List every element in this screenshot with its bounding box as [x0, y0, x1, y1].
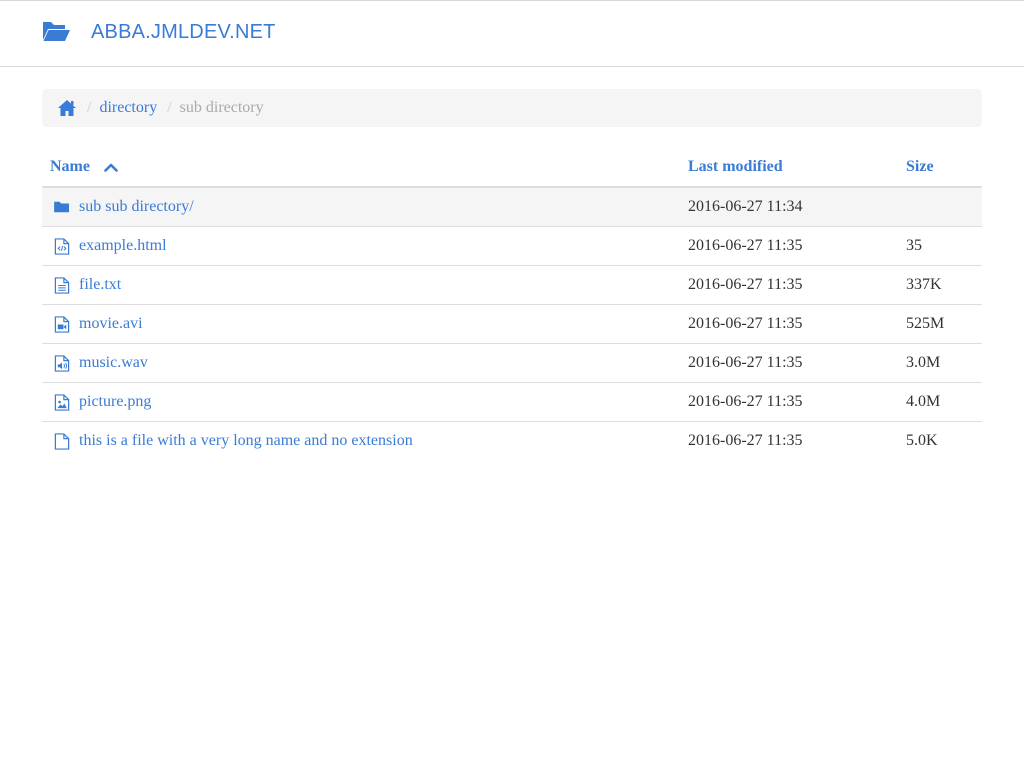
file-name-link[interactable]: file.txt	[79, 276, 121, 294]
table-row[interactable]: example.html 2016-06-27 11:35 35	[42, 226, 982, 266]
home-icon	[58, 100, 76, 116]
table-row[interactable]: movie.avi 2016-06-27 11:35 525M	[42, 304, 982, 344]
size-cell: 5.0K	[898, 421, 982, 460]
folder-icon	[54, 201, 69, 213]
modified-cell: 2016-06-27 11:35	[680, 226, 898, 266]
file-name-link[interactable]: music.wav	[79, 354, 148, 372]
size-cell: 4.0M	[898, 382, 982, 422]
breadcrumb: / directory / sub directory	[42, 89, 982, 127]
file-name-link[interactable]: example.html	[79, 237, 167, 255]
table-row[interactable]: this is a file with a very long name and…	[42, 421, 982, 460]
site-header: ABBA.JMLDEV.NET	[0, 0, 1024, 67]
column-header-size[interactable]: Size	[898, 148, 982, 188]
size-cell	[898, 186, 982, 227]
modified-cell: 2016-06-27 11:34	[680, 186, 898, 227]
folder-open-icon	[43, 22, 70, 41]
column-header-name[interactable]: Name	[42, 148, 680, 188]
file-name-link[interactable]: this is a file with a very long name and…	[79, 432, 413, 450]
column-header-name-label[interactable]: Name	[50, 158, 90, 175]
file-name-link[interactable]: sub sub directory/	[79, 198, 194, 216]
column-header-last-modified[interactable]: Last modified	[680, 148, 898, 188]
size-cell: 3.0M	[898, 343, 982, 383]
breadcrumb-separator: /	[167, 99, 172, 116]
modified-cell: 2016-06-27 11:35	[680, 304, 898, 344]
breadcrumb-home-link[interactable]	[42, 99, 77, 117]
file-listing-table: Name Last modified Size sub sub director…	[42, 148, 982, 460]
modified-cell: 2016-06-27 11:35	[680, 382, 898, 422]
code-file-icon	[54, 237, 70, 255]
table-row[interactable]: sub sub directory/ 2016-06-27 11:34	[42, 186, 982, 227]
table-row[interactable]: picture.png 2016-06-27 11:35 4.0M	[42, 382, 982, 422]
modified-cell: 2016-06-27 11:35	[680, 343, 898, 383]
audio-file-icon	[54, 354, 70, 372]
image-file-icon	[54, 393, 70, 411]
table-row[interactable]: file.txt 2016-06-27 11:35 337K	[42, 265, 982, 305]
size-cell: 35	[898, 226, 982, 266]
breadcrumb-item-current: sub directory	[179, 99, 264, 116]
text-file-icon	[54, 276, 70, 294]
chevron-up-icon[interactable]	[104, 163, 118, 172]
video-file-icon	[54, 315, 70, 333]
file-icon	[54, 432, 70, 450]
breadcrumb-item-directory[interactable]: directory	[99, 99, 157, 117]
modified-cell: 2016-06-27 11:35	[680, 265, 898, 305]
breadcrumb-separator: /	[87, 99, 92, 116]
table-header-row: Name Last modified Size	[42, 148, 982, 188]
file-name-link[interactable]: movie.avi	[79, 315, 143, 333]
size-cell: 337K	[898, 265, 982, 305]
site-title-link[interactable]: ABBA.JMLDEV.NET	[91, 21, 276, 44]
size-cell: 525M	[898, 304, 982, 344]
modified-cell: 2016-06-27 11:35	[680, 421, 898, 460]
file-name-link[interactable]: picture.png	[79, 393, 151, 411]
table-row[interactable]: music.wav 2016-06-27 11:35 3.0M	[42, 343, 982, 383]
